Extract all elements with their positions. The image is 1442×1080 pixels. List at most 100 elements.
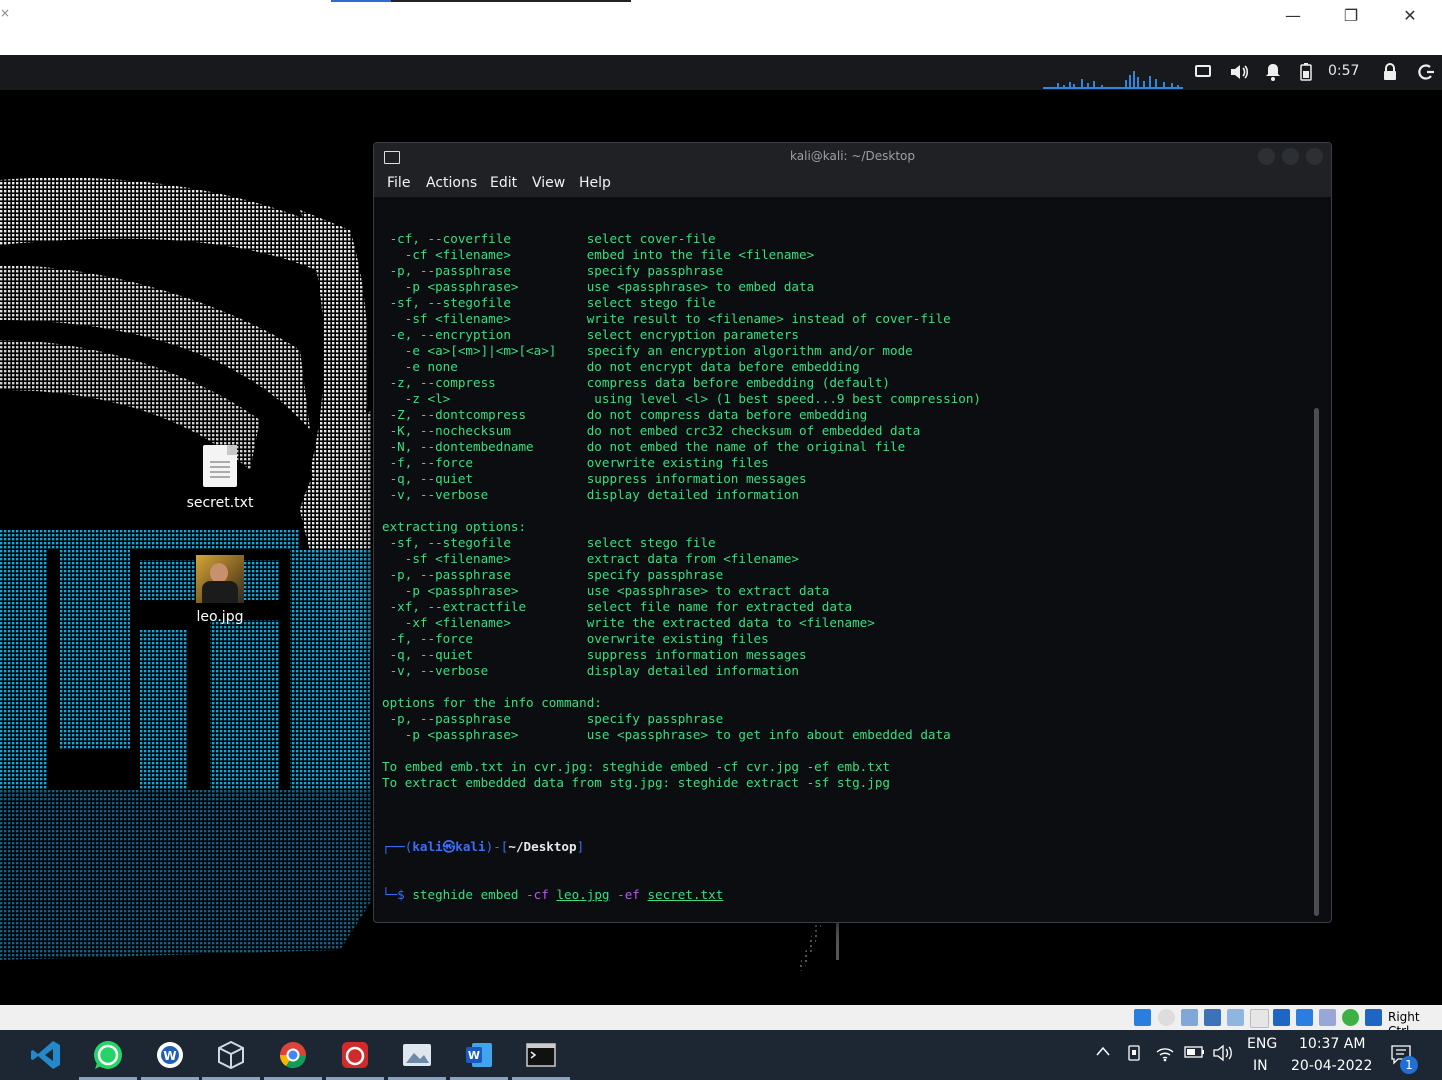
svg-text:W: W: [468, 1049, 480, 1062]
optical-drive-icon[interactable]: [1134, 1009, 1151, 1026]
minimize-button[interactable]: —: [1270, 2, 1316, 28]
mouse-integration-icon[interactable]: [1342, 1009, 1359, 1026]
command-subcommand: embed: [473, 887, 527, 902]
audio-icon[interactable]: [1158, 1009, 1175, 1026]
display-icon[interactable]: [1250, 1009, 1269, 1028]
prompt-bracket: ]: [576, 839, 585, 854]
prompt-user: kali㉿kali: [412, 839, 486, 854]
whatsapp-icon[interactable]: [77, 1030, 139, 1080]
desktop-icon-secret-txt[interactable]: secret.txt: [175, 445, 265, 511]
keyboard-capture-icon[interactable]: [1365, 1009, 1382, 1026]
battery-icon: [1300, 63, 1312, 85]
terminal-line: -v, --verbose display detailed informati…: [382, 487, 800, 502]
panel-clock[interactable]: 0:57: [1328, 63, 1359, 79]
lock-icon[interactable]: [1383, 63, 1397, 85]
terminal-line: -cf <filename> embed into the file <file…: [382, 247, 815, 262]
screen-icon[interactable]: [1195, 63, 1211, 83]
desktop-icon-label: leo.jpg: [196, 609, 244, 625]
recording-icon[interactable]: [1273, 1009, 1290, 1026]
usb-icon[interactable]: [1204, 1009, 1221, 1026]
terminal-minimize-button[interactable]: [1258, 148, 1275, 165]
host-window-titlebar: × — ❐ ✕: [0, 0, 1442, 55]
terminal-line: To extract embedded data from stg.jpg: s…: [382, 775, 890, 790]
command-name: steghide: [412, 887, 474, 902]
browser-w-icon[interactable]: W: [139, 1030, 201, 1080]
terminal-line: -p <passphrase> use <passphrase> to get …: [382, 727, 951, 742]
desktop-icon-label: secret.txt: [186, 495, 254, 511]
terminal-line: -p, --passphrase specify passphrase: [382, 263, 724, 278]
tab-close-icon[interactable]: ×: [0, 6, 10, 20]
command-argument: secret.txt: [647, 887, 724, 902]
terminal-icon[interactable]: [510, 1030, 572, 1080]
terminal-line: options for the info command:: [382, 695, 602, 710]
wifi-icon[interactable]: [1155, 1044, 1175, 1066]
terminal-line: -p, --passphrase specify passphrase: [382, 567, 724, 582]
prompt-bracket: )-[: [485, 839, 509, 854]
taskbar-date[interactable]: 20-04-2022: [1291, 1058, 1372, 1074]
tab-indicator: [331, 0, 631, 2]
volume-icon[interactable]: [1229, 63, 1249, 85]
svg-text:W: W: [163, 1049, 176, 1063]
device-icon[interactable]: [1126, 1044, 1142, 1066]
word-icon[interactable]: W: [448, 1030, 510, 1080]
vbox-status-bar: Right Ctrl: [0, 1005, 1442, 1038]
input-region[interactable]: IN: [1253, 1058, 1268, 1074]
prompt-line-1: ┌──(kali㉿kali)-[~/Desktop]: [382, 839, 1312, 855]
bell-icon[interactable]: [1265, 63, 1281, 85]
notification-badge: 1: [1400, 1056, 1418, 1074]
cpu-icon[interactable]: [1319, 1009, 1336, 1026]
terminal-output[interactable]: -cf, --coverfile select cover-file -cf <…: [382, 199, 1312, 916]
terminal-line: -xf, --extractfile select file name for …: [382, 599, 853, 614]
terminal-maximize-button[interactable]: [1282, 148, 1299, 165]
command-option: -ef: [617, 887, 640, 902]
desktop-icon-leo-jpg[interactable]: leo.jpg: [175, 555, 265, 625]
terminal-line: -K, --nochecksum do not embed crc32 chec…: [382, 423, 921, 438]
terminal-line: -f, --force overwrite existing files: [382, 455, 769, 470]
kali-top-panel: 0:57: [0, 55, 1442, 90]
terminal-line: -xf <filename> write the extracted data …: [382, 615, 875, 630]
terminal-line: -sf <filename> write result to <filename…: [382, 311, 951, 326]
battery-icon[interactable]: [1184, 1045, 1206, 1063]
taskbar-time[interactable]: 10:37 AM: [1299, 1036, 1365, 1052]
terminal-line: -q, --quiet suppress information message…: [382, 647, 807, 662]
chrome-icon[interactable]: [262, 1030, 324, 1080]
command-argument: leo.jpg: [556, 887, 610, 902]
vm-screen-icon[interactable]: [1296, 1009, 1313, 1026]
prompt-bracket: ┌──(: [382, 839, 413, 854]
terminal-line: -f, --force overwrite existing files: [382, 631, 769, 646]
menu-file[interactable]: File: [387, 175, 410, 191]
app-red-icon[interactable]: [324, 1030, 386, 1080]
power-icon[interactable]: [1417, 63, 1435, 85]
terminal-line: -p <passphrase> use <passphrase> to extr…: [382, 583, 830, 598]
terminal-line: -v, --verbose display detailed informati…: [382, 663, 800, 678]
shared-folder-icon[interactable]: [1227, 1009, 1244, 1026]
vscode-icon[interactable]: [15, 1030, 77, 1080]
network-icon[interactable]: [1181, 1009, 1198, 1026]
terminal-scrollbar[interactable]: [1314, 408, 1319, 916]
terminal-close-button[interactable]: [1306, 148, 1323, 165]
terminal-line: -p, --passphrase specify passphrase: [382, 711, 724, 726]
cpu-usage-graph: [1043, 71, 1183, 89]
menu-help[interactable]: Help: [579, 175, 611, 191]
input-language[interactable]: ENG: [1247, 1036, 1277, 1052]
menu-edit[interactable]: Edit: [490, 175, 517, 191]
terminal-line: -e none do not encrypt data before embed…: [382, 359, 860, 374]
image-viewer-icon[interactable]: [386, 1030, 448, 1080]
terminal-line: -z <l> using level <l> (1 best speed...9…: [382, 391, 981, 406]
terminal-window[interactable]: kali@kali: ~/Desktop File Actions Edit V…: [373, 142, 1332, 923]
menu-view[interactable]: View: [532, 175, 565, 191]
terminal-line: To embed emb.txt in cvr.jpg: steghide em…: [382, 759, 890, 774]
restore-button[interactable]: ❐: [1328, 2, 1374, 28]
speaker-icon[interactable]: [1212, 1044, 1234, 1066]
prompt-symbol: └─$: [382, 887, 413, 902]
close-button[interactable]: ✕: [1387, 2, 1433, 28]
terminal-titlebar[interactable]: kali@kali: ~/Desktop: [374, 143, 1331, 171]
menu-actions[interactable]: Actions: [426, 175, 477, 191]
terminal-line: -Z, --dontcompress do not compress data …: [382, 407, 868, 422]
chevron-up-icon[interactable]: [1095, 1045, 1111, 1061]
prompt-directory: ~/Desktop: [508, 839, 577, 854]
terminal-line: -p <passphrase> use <passphrase> to embe…: [382, 279, 815, 294]
virtualbox-icon[interactable]: [200, 1030, 262, 1080]
text-file-icon: [203, 445, 237, 487]
